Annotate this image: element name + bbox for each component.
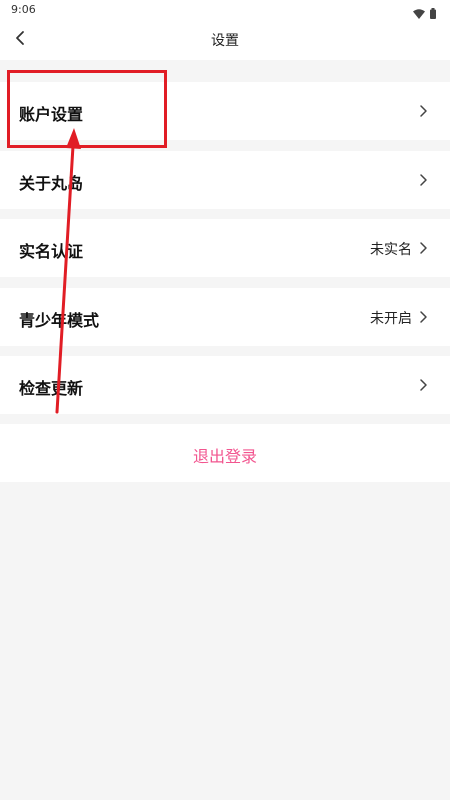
- settings-item-label: 检查更新: [19, 379, 84, 398]
- settings-item-account[interactable]: 账户设置: [0, 82, 450, 140]
- settings-item-about[interactable]: 关于丸岛: [0, 151, 450, 209]
- logout-button[interactable]: 退出登录: [0, 424, 450, 482]
- page-title: 设置: [211, 33, 239, 49]
- settings-item-check-update[interactable]: 检查更新: [0, 356, 450, 414]
- chevron-right-icon: [420, 242, 427, 254]
- settings-item-value: 未实名: [370, 242, 412, 258]
- chevron-right-icon: [420, 311, 427, 323]
- status-time: 9:06: [11, 3, 36, 16]
- settings-item-label: 关于丸岛: [19, 174, 84, 193]
- settings-item-verification[interactable]: 实名认证 未实名: [0, 219, 450, 277]
- settings-item-label: 账户设置: [19, 105, 84, 124]
- settings-item-youth-mode[interactable]: 青少年模式 未开启: [0, 288, 450, 346]
- header: 设置: [0, 20, 450, 60]
- chevron-right-icon: [420, 105, 427, 117]
- chevron-right-icon: [420, 379, 427, 391]
- settings-item-value: 未开启: [370, 311, 412, 327]
- logout-label: 退出登录: [192, 447, 257, 466]
- chevron-right-icon: [420, 174, 427, 186]
- status-bar: 9:06: [0, 0, 450, 20]
- settings-item-label: 青少年模式: [19, 311, 100, 330]
- settings-item-label: 实名认证: [19, 242, 84, 261]
